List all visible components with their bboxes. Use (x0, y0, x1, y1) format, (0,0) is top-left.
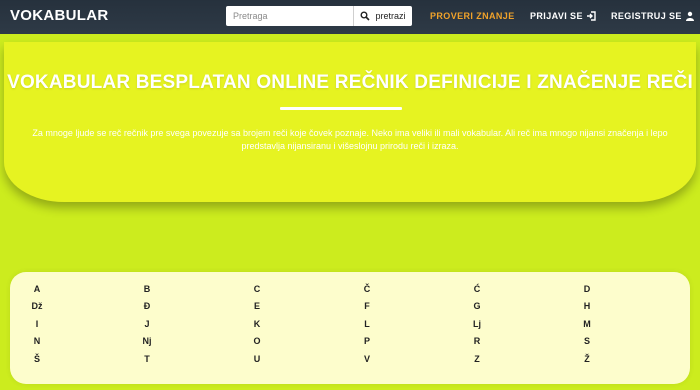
sign-in-icon (586, 11, 596, 21)
search-button[interactable]: pretrazi (354, 6, 412, 26)
nav-link-register-label: REGISTRUJ SE (611, 11, 682, 21)
letter-label: Š (33, 353, 40, 364)
alphabet-panel: A B C Č Ć D Dž Đ E F G H I J K L Lj M N Nj O P R S Š T U V Z Ž (10, 272, 690, 384)
letter-link[interactable]: Ž (582, 350, 692, 368)
brand-logo[interactable]: VOKABULAR (10, 7, 109, 24)
search-input[interactable] (226, 6, 354, 26)
letter-label: Nj (142, 336, 152, 347)
nav-link-quiz-label: PROVERI ZNANJE (430, 11, 515, 21)
letter-label: Lj (473, 318, 481, 329)
letter-label: V (363, 353, 370, 364)
letter-link[interactable]: H (582, 298, 692, 316)
letter-link[interactable]: S (582, 333, 692, 351)
letter-label: G (473, 301, 481, 312)
letter-link[interactable]: D (582, 280, 692, 298)
letter-label: M (583, 318, 591, 329)
navbar: VOKABULAR pretrazi PROVERI ZNANJE PRIJAV… (0, 0, 700, 34)
alphabet-grid: A B C Č Ć D Dž Đ E F G H I J K L Lj M N Nj O P R S Š T U V Z Ž (32, 280, 692, 368)
letter-label: N (33, 336, 41, 347)
letter-label: Z (474, 353, 480, 364)
letter-label: Ž (584, 353, 590, 364)
letter-label: I (35, 318, 39, 329)
nav-link-login[interactable]: PRIJAVI SE (530, 11, 596, 21)
nav-link-register[interactable]: REGISTRUJ SE (611, 11, 695, 21)
letter-label: S (583, 336, 590, 347)
letter-label: Č (363, 283, 371, 294)
user-icon (685, 11, 694, 21)
hero-section: VOKABULAR BESPLATAN ONLINE REČNIK DEFINI… (4, 42, 696, 202)
page-title: VOKABULAR BESPLATAN ONLINE REČNIK DEFINI… (7, 72, 693, 93)
letter-label: F (364, 301, 370, 312)
letter-label: U (253, 353, 261, 364)
letter-label: K (253, 318, 261, 329)
letter-label: Dž (31, 301, 43, 312)
letter-label: P (363, 336, 370, 347)
intro-text: Za mnoge ljude se reč rečnik pre svega p… (32, 128, 668, 151)
nav-link-quiz[interactable]: PROVERI ZNANJE (430, 11, 515, 21)
letter-label: E (253, 301, 260, 312)
search-icon (360, 11, 371, 21)
nav-link-login-label: PRIJAVI SE (530, 11, 583, 21)
letter-label: T (144, 353, 150, 364)
letter-label: H (583, 301, 591, 312)
letter-label: R (473, 336, 481, 347)
letter-label: A (33, 283, 41, 294)
letter-label: D (583, 283, 591, 294)
letter-label: C (253, 283, 261, 294)
letter-label: L (364, 318, 370, 329)
letter-link[interactable]: M (582, 315, 692, 333)
letter-label: Đ (143, 301, 151, 312)
letter-label: O (253, 336, 261, 347)
letter-label: J (144, 318, 150, 329)
letter-label: Ć (473, 283, 481, 294)
search-button-label: pretrazi (375, 11, 406, 21)
title-divider (280, 107, 402, 110)
letter-label: B (143, 283, 151, 294)
search-box: pretrazi (226, 6, 412, 26)
